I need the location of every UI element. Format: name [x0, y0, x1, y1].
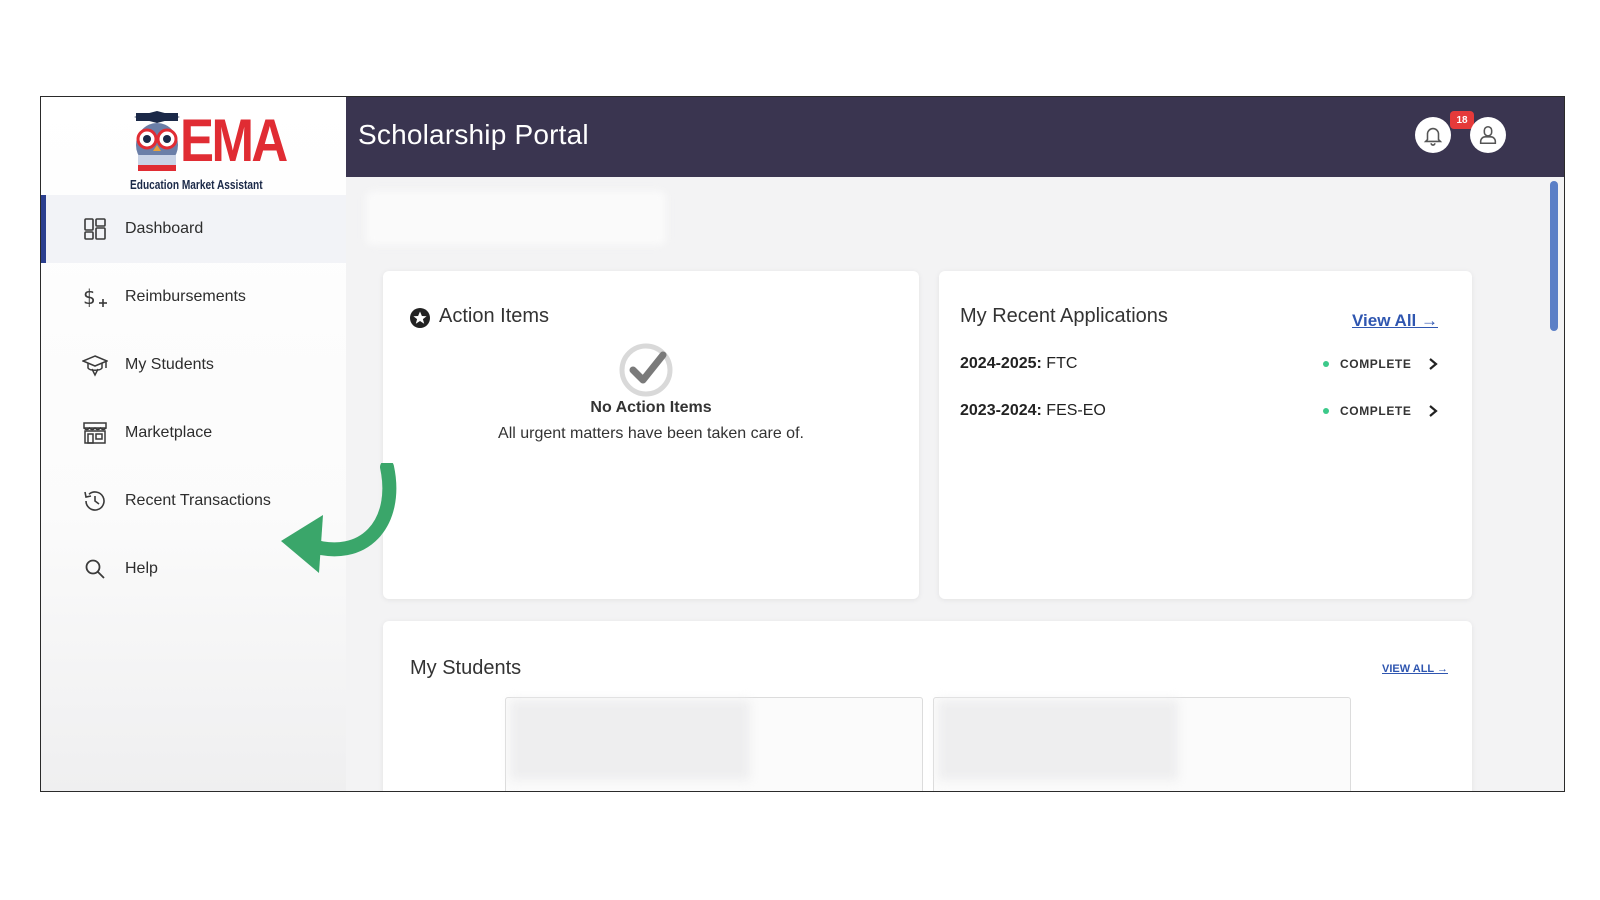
- dollar-plus-icon: $: [82, 284, 108, 310]
- logo-letters: EMA: [180, 107, 288, 174]
- application-name: 2023-2024: FES-EO: [960, 402, 1106, 420]
- vertical-scrollbar[interactable]: [1550, 181, 1558, 341]
- user-profile-button[interactable]: [1470, 117, 1506, 153]
- recent-applications-title: My Recent Applications: [960, 305, 1168, 327]
- sidebar-item-my-students[interactable]: My Students: [41, 331, 354, 399]
- empty-state-message: All urgent matters have been taken care …: [498, 425, 804, 442]
- status-label: COMPLETE: [1340, 404, 1412, 418]
- logo-tagline: Education Market Assistant: [130, 177, 263, 192]
- blurred-greeting: [366, 191, 666, 245]
- user-avatar-icon: [1479, 125, 1497, 145]
- action-items-title: Action Items: [439, 305, 550, 327]
- notifications-button[interactable]: [1415, 117, 1451, 153]
- application-year: 2023-2024:: [960, 402, 1042, 419]
- blurred-student-info: [510, 700, 750, 780]
- app-window: EMA Education Market Assistant Dashboard…: [40, 96, 1565, 792]
- view-all-applications-link[interactable]: View All →: [1352, 311, 1438, 331]
- bell-icon: [1423, 127, 1443, 146]
- graduation-cap-icon: [82, 352, 108, 378]
- storefront-icon: [82, 420, 108, 446]
- student-tile[interactable]: [933, 697, 1351, 791]
- sidebar-item-label: Recent Transactions: [125, 492, 271, 509]
- annotation-arrow-icon: [281, 463, 397, 573]
- checkmark-circle-icon: [619, 343, 673, 397]
- status-dot: [1323, 361, 1329, 367]
- blurred-student-info: [938, 700, 1178, 780]
- top-header-bar: Scholarship Portal 18: [346, 97, 1564, 177]
- page-title: Scholarship Portal: [358, 119, 589, 150]
- sidebar-item-label: Help: [125, 560, 158, 577]
- sidebar-item-dashboard[interactable]: Dashboard: [41, 195, 354, 263]
- sidebar-item-label: My Students: [125, 356, 214, 373]
- chevron-right-icon[interactable]: [1426, 404, 1440, 418]
- sidebar-item-reimbursements[interactable]: $ Reimbursements: [41, 263, 354, 331]
- action-items-card: Action Items No Action Items All urgent …: [383, 271, 919, 599]
- my-students-title: My Students: [410, 657, 522, 679]
- sidebar-item-label: Marketplace: [125, 424, 213, 441]
- notification-count-badge: 18: [1450, 111, 1474, 129]
- application-program: FTC: [1041, 355, 1078, 372]
- status-label: COMPLETE: [1340, 357, 1412, 371]
- sidebar: EMA Education Market Assistant Dashboard…: [41, 97, 354, 791]
- owl-mascot-icon: [134, 111, 180, 171]
- history-clock-icon: [82, 488, 108, 514]
- sidebar-item-marketplace[interactable]: Marketplace: [41, 399, 354, 467]
- my-students-card: My Students VIEW ALL →: [383, 621, 1472, 791]
- application-name: 2024-2025: FTC: [960, 355, 1077, 373]
- dashboard-grid-icon: [82, 216, 108, 242]
- star-badge-icon: [410, 308, 430, 328]
- student-tile[interactable]: [505, 697, 923, 791]
- scrollbar-thumb[interactable]: [1550, 181, 1558, 331]
- empty-state-heading: No Action Items: [590, 399, 712, 416]
- status-dot: [1323, 408, 1329, 414]
- application-row[interactable]: 2024-2025: FTC COMPLETE: [960, 349, 1440, 379]
- main-content: Action Items No Action Items All urgent …: [346, 177, 1564, 791]
- view-all-students-link[interactable]: VIEW ALL →: [1382, 663, 1448, 675]
- chevron-right-icon[interactable]: [1426, 357, 1440, 371]
- recent-applications-card: My Recent Applications View All → 2024-2…: [939, 271, 1472, 599]
- sidebar-item-label: Dashboard: [125, 220, 204, 237]
- ema-logo[interactable]: EMA Education Market Assistant: [126, 107, 288, 193]
- search-icon: [82, 556, 108, 582]
- application-program: FES-EO: [1041, 402, 1106, 419]
- svg-text:$: $: [83, 285, 96, 309]
- application-year: 2024-2025:: [960, 355, 1042, 372]
- application-row[interactable]: 2023-2024: FES-EO COMPLETE: [960, 396, 1440, 426]
- sidebar-item-label: Reimbursements: [125, 288, 246, 305]
